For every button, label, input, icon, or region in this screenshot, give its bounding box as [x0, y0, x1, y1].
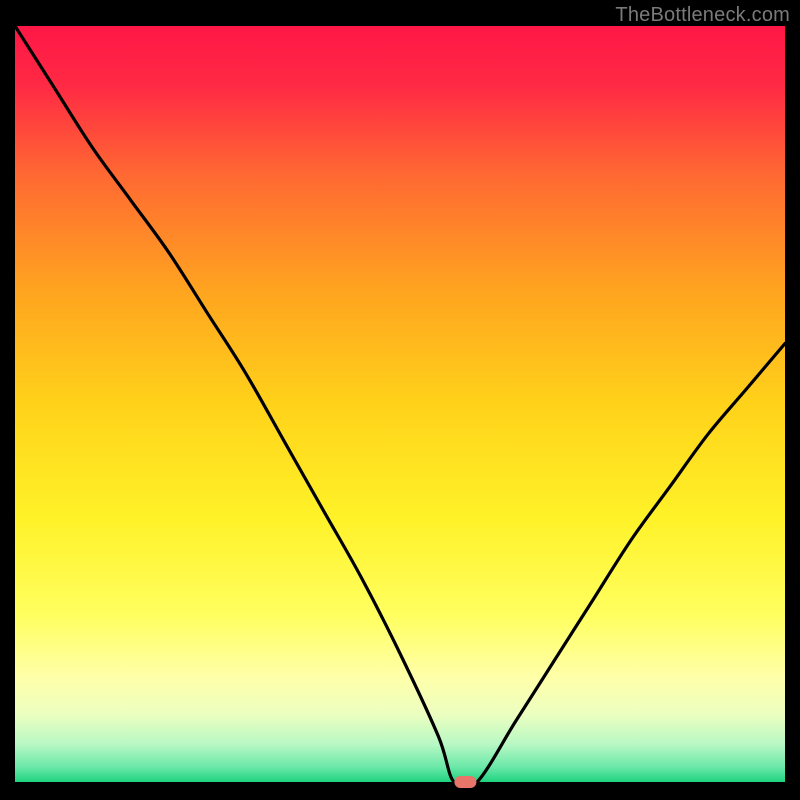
chart-container: TheBottleneck.com — [0, 0, 800, 800]
watermark-text: TheBottleneck.com — [615, 4, 790, 27]
chart-background — [15, 26, 785, 782]
bottleneck-chart — [0, 0, 800, 800]
optimal-point-marker — [454, 776, 476, 788]
